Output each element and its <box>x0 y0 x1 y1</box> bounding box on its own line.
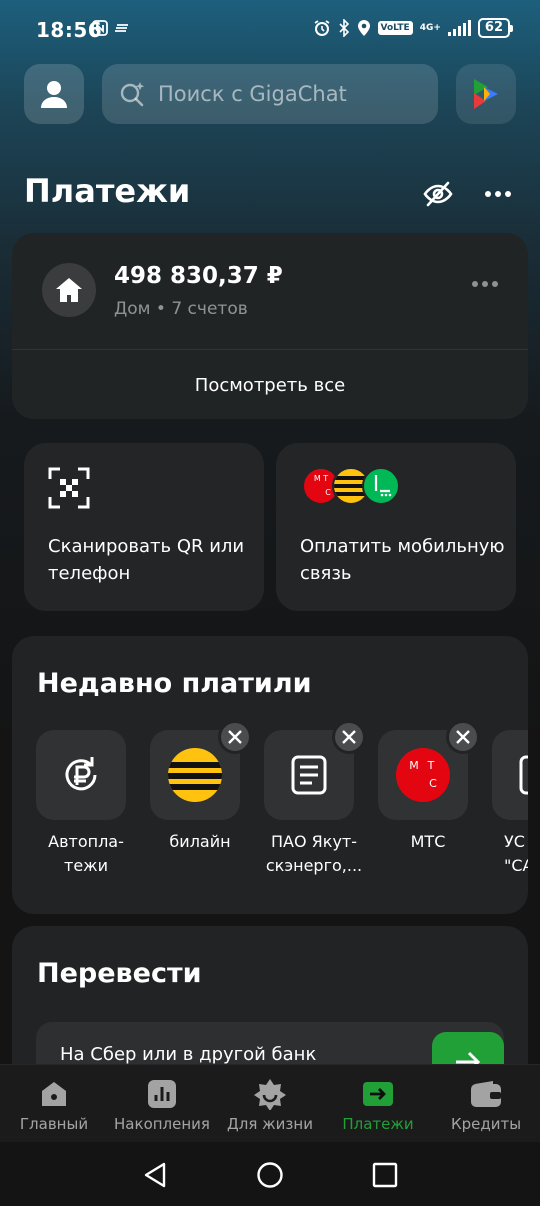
status-bar: 18:56 VoLTE 4G+ 62 <box>0 0 540 62</box>
bluetooth-icon <box>338 19 349 37</box>
close-icon <box>228 730 242 744</box>
alarm-icon <box>314 20 329 36</box>
ai-search-icon <box>120 82 145 107</box>
more-dots-icon <box>485 191 511 197</box>
volte-badge: VoLTE <box>377 21 413 35</box>
nav-main[interactable]: Главный <box>0 1077 108 1133</box>
more-dots-icon <box>472 281 498 287</box>
nav-credits[interactable]: Кредиты <box>432 1077 540 1133</box>
svg-text:М: М <box>409 759 419 772</box>
gigachat-logo-icon <box>474 79 498 109</box>
transfer-row-text: На Сбер или в другой банк <box>60 1044 317 1065</box>
home-icon-circle <box>42 263 96 317</box>
house-icon <box>56 278 82 302</box>
document-icon <box>519 755 528 795</box>
nav-label: Платежи <box>342 1115 414 1133</box>
transfer-card: Перевести На Сбер или в другой банк <box>12 926 528 1066</box>
mobile-operators-icon: М Т С <box>302 467 402 507</box>
transfer-go-button[interactable] <box>432 1032 504 1066</box>
wallet-icon <box>469 1077 503 1111</box>
nav-savings[interactable]: Накопления <box>108 1077 216 1133</box>
recent-title: Недавно платили <box>37 668 312 699</box>
network-type: 4G+ <box>419 22 441 33</box>
remove-recent-button[interactable] <box>332 720 366 754</box>
nav-label: Главный <box>19 1115 89 1133</box>
nav-payments[interactable]: Платежи <box>324 1077 432 1133</box>
recent-item-label: ПАО Якут- скэнерго,... <box>265 832 363 875</box>
page-title: Платежи <box>24 172 191 210</box>
recent-item-label: Автопла- тежи <box>48 832 124 875</box>
svg-text:С: С <box>325 488 331 497</box>
nav-for-life[interactable]: Для жизни <box>216 1077 324 1133</box>
close-icon <box>456 730 470 744</box>
search-input[interactable]: Поиск с GigaChat <box>102 64 438 124</box>
autopay-ruble-icon <box>65 757 97 791</box>
system-back-button[interactable] <box>140 1160 170 1190</box>
location-icon <box>357 20 370 36</box>
document-icon <box>291 755 327 795</box>
autopay-icon-tile <box>36 730 126 820</box>
recent-item-label: УС "СА <box>504 832 528 875</box>
recent-item-label: МТС <box>410 832 446 851</box>
svg-text:Т: Т <box>427 759 435 772</box>
nav-label: Для жизни <box>227 1115 313 1133</box>
total-balance: 498 830,37 ₽ <box>114 263 283 289</box>
remove-recent-button[interactable] <box>218 720 252 754</box>
home-circle-icon <box>257 1162 283 1188</box>
svg-text:С: С <box>429 777 437 790</box>
payments-arrow-icon <box>361 1077 395 1111</box>
megafon-logo <box>362 467 400 505</box>
notification-lines-icon <box>115 24 128 32</box>
transfer-title: Перевести <box>37 958 202 989</box>
battery-indicator: 62 <box>477 18 514 38</box>
account-card[interactable]: 498 830,37 ₽ Дом • 7 счетов Посмотреть в… <box>12 233 528 419</box>
system-recents-button[interactable] <box>370 1160 400 1190</box>
chart-icon <box>145 1077 179 1111</box>
account-more-button[interactable] <box>470 277 500 291</box>
qr-scan-icon <box>48 467 90 509</box>
recents-square-icon <box>372 1162 398 1188</box>
system-navigation <box>0 1142 540 1206</box>
remove-recent-button[interactable] <box>446 720 480 754</box>
search-placeholder: Поиск с GigaChat <box>158 82 347 106</box>
document-icon-tile <box>492 730 528 820</box>
pay-mobile-label: Оплатить мобильную связь <box>300 536 505 584</box>
accounts-subtitle: Дом • 7 счетов <box>114 299 248 319</box>
scan-qr-tile[interactable]: Сканировать QR или телефон <box>24 443 264 611</box>
user-icon <box>41 81 67 108</box>
home-icon <box>37 1077 71 1111</box>
nfc-icon <box>92 20 108 36</box>
svg-text:М Т: М Т <box>314 474 328 483</box>
card-divider <box>12 349 528 350</box>
more-options-button[interactable] <box>480 176 516 212</box>
bottom-navigation: Главный Накопления Для жизни Платежи Кре… <box>0 1064 540 1142</box>
nav-label: Накопления <box>114 1115 210 1133</box>
gigachat-button[interactable] <box>456 64 516 124</box>
mts-logo: М ТС <box>396 748 450 802</box>
smile-icon <box>253 1077 287 1111</box>
nav-label: Кредиты <box>450 1115 522 1133</box>
recent-item-label: билайн <box>169 832 231 851</box>
recent-payments-card: Недавно платили Автопла- тежи билайн ПАО… <box>12 636 528 914</box>
close-icon <box>342 730 356 744</box>
beeline-logo <box>168 748 222 802</box>
pay-mobile-tile[interactable]: М Т С Оплатить мобильную связь <box>276 443 516 611</box>
view-all-button[interactable]: Посмотреть все <box>12 351 528 419</box>
status-right-icons: VoLTE 4G+ 62 <box>313 18 514 38</box>
back-triangle-icon <box>144 1162 166 1188</box>
status-left-icons <box>92 20 130 36</box>
hide-balance-button[interactable] <box>420 176 456 212</box>
signal-icon <box>447 20 471 36</box>
system-home-button[interactable] <box>255 1160 285 1190</box>
transfer-row[interactable]: На Сбер или в другой банк <box>36 1022 504 1066</box>
profile-button[interactable] <box>24 64 84 124</box>
scan-qr-label: Сканировать QR или телефон <box>48 536 245 584</box>
eye-off-icon <box>423 181 453 207</box>
